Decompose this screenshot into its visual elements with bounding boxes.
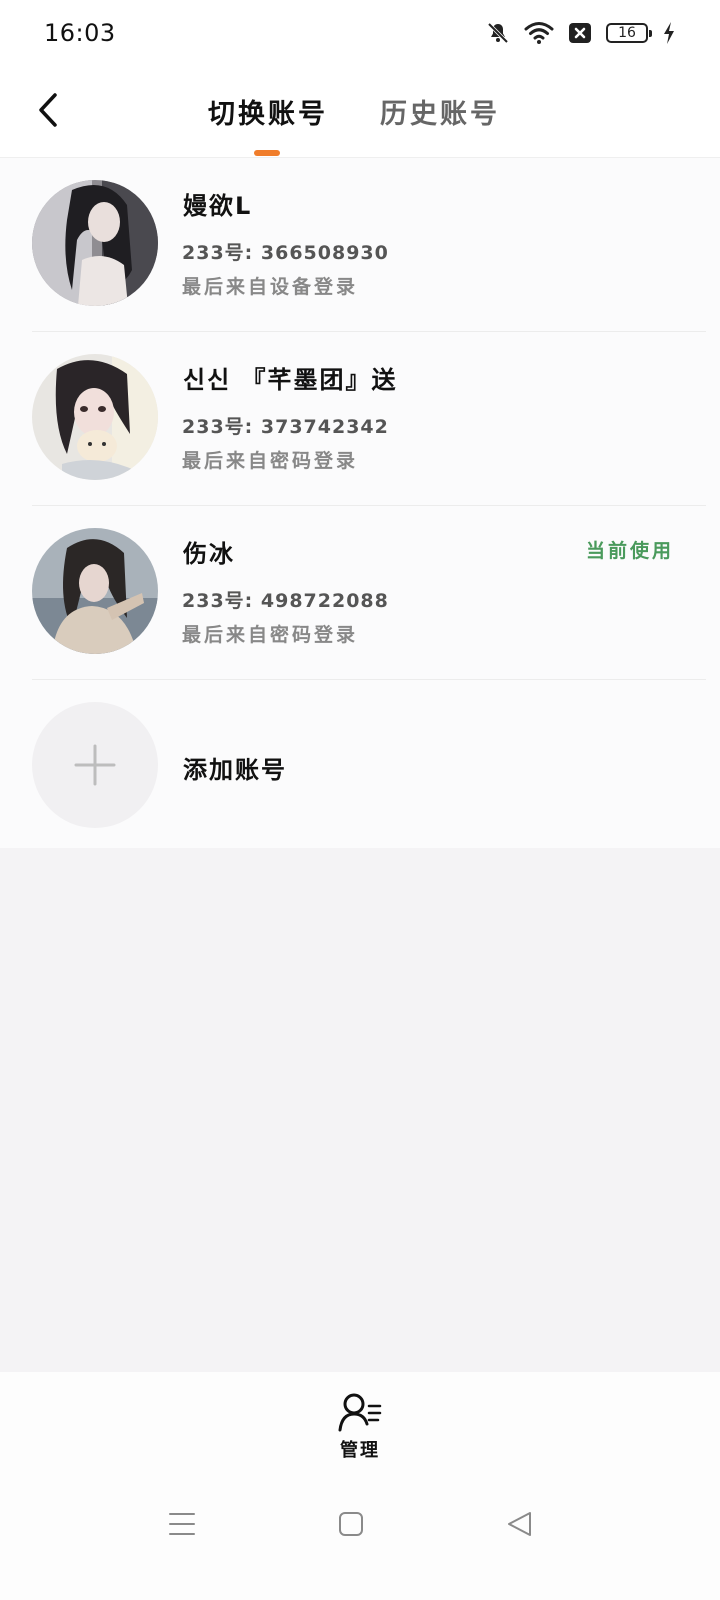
avatar: [32, 354, 158, 480]
back-button[interactable]: [26, 88, 70, 132]
account-name: 伤冰: [183, 540, 235, 568]
plus-icon: [74, 744, 116, 786]
account-item[interactable]: 伤冰 当前使用 233号: 498722088 最后来自密码登录: [0, 506, 720, 680]
account-last-login: 最后来自设备登录: [182, 276, 359, 298]
tab-active-indicator: [254, 150, 280, 156]
back-triangle-icon: [508, 1512, 531, 1536]
menu-nav-button[interactable]: [168, 1510, 196, 1542]
user-manage-icon: [338, 1393, 382, 1432]
account-id: 233号: 366508930: [182, 242, 389, 264]
status-icons: 16: [486, 21, 676, 45]
header: 切换账号 历史账号: [0, 66, 720, 158]
account-item[interactable]: 嫚欲L 233号: 366508930 最后来自设备登录: [0, 158, 720, 332]
avatar: [32, 180, 158, 306]
add-account-circle: [32, 702, 158, 828]
status-bar: 16:03 16: [0, 0, 720, 66]
menu-icon: [169, 1513, 195, 1535]
tab-switch-account[interactable]: 切换账号: [208, 92, 328, 131]
status-time: 16:03: [44, 19, 116, 47]
back-nav-button[interactable]: [506, 1510, 534, 1542]
account-list: 嫚欲L 233号: 366508930 最后来自设备登录 신신 『芊墨团』送 2…: [0, 158, 720, 848]
account-last-login: 最后来自密码登录: [182, 450, 359, 472]
battery-icon: 16: [606, 23, 652, 43]
account-name: 嫚欲L: [183, 192, 253, 220]
manage-button[interactable]: 管理: [320, 1392, 400, 1472]
charging-icon: [664, 22, 674, 44]
current-account-badge: 当前使用: [585, 540, 674, 562]
wifi-icon: [524, 22, 554, 44]
home-square-icon: [339, 1512, 363, 1536]
system-nav-bar: [0, 1490, 720, 1570]
account-id: 233号: 498722088: [182, 590, 389, 612]
close-box-icon: [569, 23, 591, 43]
bottom-bar: 管理: [0, 1372, 720, 1600]
battery-level: 16: [606, 23, 652, 43]
tab-history-account[interactable]: 历史账号: [380, 92, 500, 131]
account-item[interactable]: 신신 『芊墨团』送 233号: 373742342 最后来自密码登录: [0, 332, 720, 506]
account-name: 신신 『芊墨团』送: [183, 366, 398, 394]
manage-label: 管理: [340, 1440, 380, 1461]
bell-muted-icon: [487, 22, 509, 44]
account-id: 233号: 373742342: [182, 416, 389, 438]
chevron-left-icon: [39, 93, 57, 127]
account-last-login: 最后来自密码登录: [182, 624, 359, 646]
add-account-label: 添加账号: [183, 756, 287, 784]
avatar: [32, 528, 158, 654]
add-account-button[interactable]: 添加账号: [0, 678, 720, 848]
home-nav-button[interactable]: [338, 1510, 364, 1542]
